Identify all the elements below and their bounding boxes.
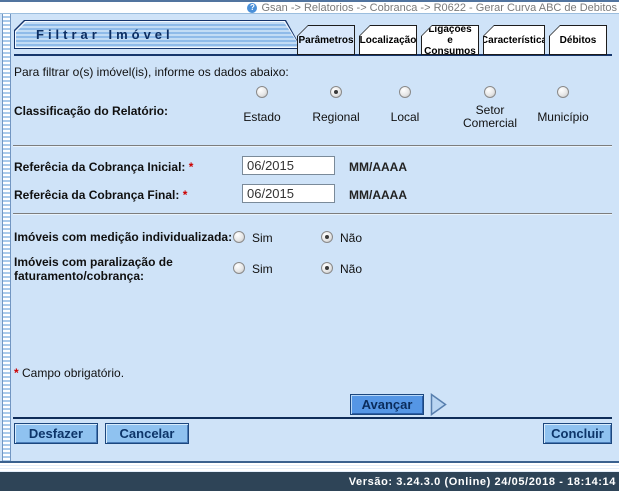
breadcrumb: Gsan -> Relatorios -> Cobranca -> R0622 … [261, 2, 617, 14]
radio-local[interactable] [399, 86, 411, 98]
tab-strip: Parâmetros Localização Ligações e Consum… [297, 25, 607, 55]
radio-medicao-nao[interactable] [321, 231, 333, 243]
desfazer-button[interactable]: Desfazer [14, 423, 98, 444]
ref-inicial-input[interactable] [242, 156, 335, 175]
ref-inicial-format: MM/AAAA [349, 160, 407, 174]
tab-ligacoes-consumos[interactable]: Ligações e Consumos [421, 25, 479, 55]
filter-panel: Filtrar Imóvel Parâmetros Localização Li… [0, 14, 619, 463]
radio-paralizacao-sim-label: Sim [252, 262, 273, 276]
radio-regional-label: Regional [312, 111, 359, 124]
classification-option-local: Local [360, 84, 450, 131]
medicao-label: Imóveis com medição individualizada: [14, 230, 232, 244]
cancelar-button[interactable]: Cancelar [105, 423, 189, 444]
radio-paralizacao-nao[interactable] [321, 262, 333, 274]
bottom-gap [0, 463, 619, 472]
avancar-button[interactable]: Avançar [350, 394, 424, 415]
radio-estado-label: Estado [243, 111, 280, 124]
radio-municipio-label: Município [537, 111, 588, 124]
radio-medicao-sim-label: Sim [252, 231, 273, 245]
ref-final-format: MM/AAAA [349, 188, 407, 202]
radio-medicao-sim[interactable] [233, 231, 245, 243]
ref-final-input[interactable] [242, 184, 335, 203]
radio-municipio[interactable] [557, 86, 569, 98]
classification-option-municipio: Município [518, 84, 608, 131]
required-note: * Campo obrigatório. [14, 366, 124, 380]
radio-medicao-nao-label: Não [340, 231, 362, 245]
classification-label: Classificação do Relatório: [14, 104, 168, 118]
radio-estado[interactable] [256, 86, 268, 98]
radio-local-label: Local [391, 111, 420, 124]
tab-debitos[interactable]: Débitos [549, 25, 607, 55]
footer-divider [13, 417, 612, 419]
version-text: Versão: 3.24.3.0 (Online) 24/05/2018 - 1… [349, 476, 616, 488]
version-bar: Versão: 3.24.3.0 (Online) 24/05/2018 - 1… [0, 472, 619, 491]
paralizacao-label: Imóveis com paralização de faturamento/c… [14, 255, 196, 283]
help-icon[interactable]: ? [247, 3, 257, 13]
concluir-button[interactable]: Concluir [543, 423, 612, 444]
section-divider [13, 145, 612, 146]
forward-arrow-icon[interactable] [430, 393, 447, 416]
radio-regional[interactable] [330, 86, 342, 98]
radio-paralizacao-nao-label: Não [340, 262, 362, 276]
breadcrumb-bar: ? Gsan -> Relatorios -> Cobranca -> R062… [0, 0, 619, 14]
radio-setor-comercial[interactable] [484, 86, 496, 98]
radio-setor-comercial-label: Setor Comercial [453, 104, 527, 130]
intro-text: Para filtrar o(s) imóvel(is), informe os… [14, 65, 289, 79]
tab-caracteristica[interactable]: Característica [483, 25, 545, 55]
page-title: Filtrar Imóvel [16, 27, 174, 42]
panel-title-bar: Filtrar Imóvel [14, 20, 302, 49]
radio-paralizacao-sim[interactable] [233, 262, 245, 274]
ref-final-label: Referêcia da Cobrança Final: * [14, 188, 187, 202]
ref-inicial-label: Referêcia da Cobrança Inicial: * [14, 160, 193, 174]
left-decorative-rail [2, 14, 11, 461]
tab-localizacao[interactable]: Localização [359, 25, 417, 55]
tab-parametros[interactable]: Parâmetros [297, 25, 355, 55]
section-divider [13, 213, 612, 214]
